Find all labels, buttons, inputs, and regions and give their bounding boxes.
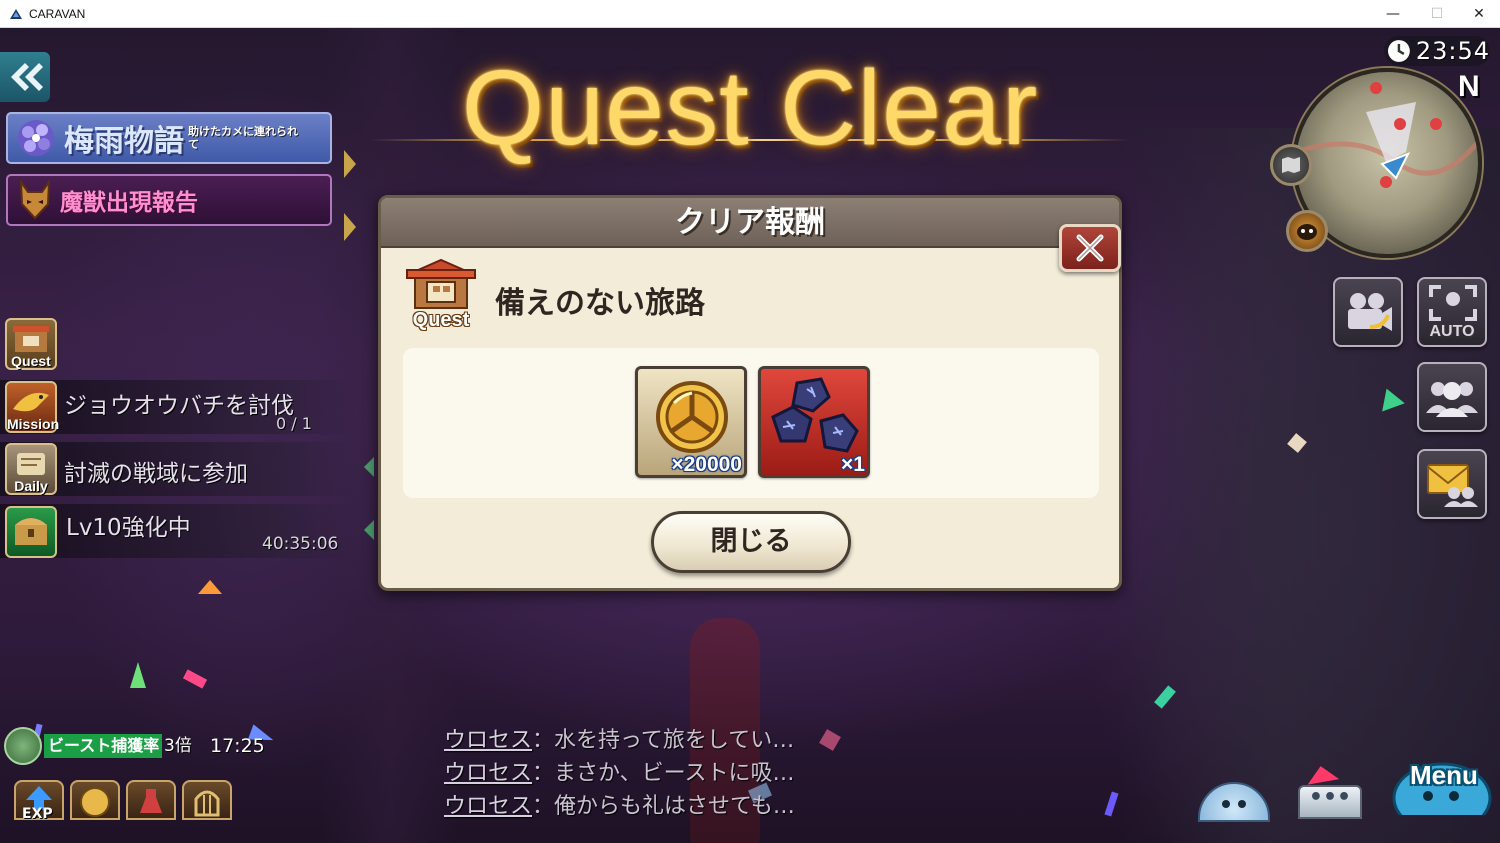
menu-button[interactable]: Menu <box>1380 740 1500 834</box>
chat-message: ：まさか、ビーストに吸… <box>532 761 795 786</box>
exp-boost-icon[interactable]: EXP <box>14 780 64 822</box>
gold-coin-icon <box>656 381 728 453</box>
minimize-button[interactable]: — <box>1370 0 1416 28</box>
quest-row-mission[interactable]: Mission ジョウオウバチを討伐 0 / 1 <box>0 380 355 434</box>
window-title: CARAVAN <box>29 6 86 21</box>
bird-icon <box>13 392 49 412</box>
chevron-left-icon[interactable] <box>364 457 374 477</box>
chat-message: ：俺からも礼はさせても… <box>532 794 795 819</box>
clock-icon <box>1387 40 1410 62</box>
mail-friends-icon <box>1427 464 1478 507</box>
confetti-piece <box>198 580 222 594</box>
beast-report-banner[interactable]: 魔獣出現報告 <box>6 174 332 226</box>
chest-icon <box>15 518 47 545</box>
reward-dialog-title: クリア報酬 <box>675 205 825 240</box>
quest-name: 備えのない旅路 <box>495 286 705 321</box>
cage-icon <box>194 790 220 817</box>
close-window-button[interactable]: ✕ <box>1456 0 1500 28</box>
party-button[interactable] <box>1417 362 1487 432</box>
quest-badge-label: Quest <box>412 309 470 331</box>
chat-speaker[interactable]: ウロセス <box>444 761 532 786</box>
potion-icon <box>140 789 162 813</box>
scroll-icon <box>17 453 45 475</box>
chat-line: ウロセス：まさか、ビーストに吸… <box>444 755 794 787</box>
ore-stones-icon <box>771 377 859 453</box>
party-icon <box>1426 382 1478 417</box>
emote-button[interactable] <box>1198 782 1270 822</box>
quest-row-text: ジョウオウバチを討伐 <box>64 393 294 419</box>
beast-capture-multiplier: 3倍 <box>164 736 192 756</box>
chevron-left-icon[interactable] <box>364 520 374 540</box>
quest-row-daily[interactable]: Daily 討滅の戦域に参加 <box>0 442 355 496</box>
quest-badge: Quest <box>403 258 479 332</box>
chat-button[interactable]: ••• <box>1298 785 1362 819</box>
exp-boost-label: EXP <box>22 806 53 822</box>
camera-button[interactable] <box>1333 277 1403 347</box>
smile-face-icon <box>1222 800 1246 808</box>
auto-button[interactable]: AUTO <box>1417 277 1487 347</box>
menu-label: Menu <box>1410 760 1478 790</box>
beast-report-title: 魔獣出現報告 <box>60 190 198 216</box>
clock-time: 23:54 <box>1415 37 1490 65</box>
reward-item-ore[interactable]: ×1 <box>758 366 870 478</box>
quest-row-text: 討滅の戦域に参加 <box>64 461 248 487</box>
beast-capture-label: ビースト捕獲率 <box>44 734 162 758</box>
chat-speaker[interactable]: ウロセス <box>444 794 532 819</box>
close-icon <box>1076 234 1104 262</box>
maximize-button[interactable]: ☐ <box>1414 0 1460 28</box>
quest-shop-icon <box>406 258 476 309</box>
map-toggle-button[interactable] <box>1270 144 1312 186</box>
shop-icon <box>13 326 49 352</box>
reward-quantity: ×20000 <box>671 453 742 476</box>
confetti-piece <box>182 669 208 689</box>
mission-icon: Mission <box>5 381 60 433</box>
confetti-piece <box>1104 791 1119 817</box>
beast-mask-icon <box>19 180 51 220</box>
beast-capture-bar[interactable]: ビースト捕獲率 3倍 17:25 <box>2 725 272 767</box>
reward-dialog-header: クリア報酬 <box>381 198 1119 248</box>
beast-capture-timer: 17:25 <box>210 735 265 757</box>
reward-item-gold[interactable]: ×20000 <box>635 366 747 478</box>
reward-list: ×20000 ×1 <box>403 348 1099 498</box>
chat-speaker[interactable]: ウロセス <box>444 728 532 753</box>
quest-row-upgrade[interactable]: Lv10強化中 40:35:06 <box>0 504 355 558</box>
drop-boost-icon[interactable] <box>126 780 176 820</box>
auto-target-icon <box>1429 285 1477 321</box>
coin-icon <box>80 787 110 817</box>
mail-button[interactable] <box>1417 449 1487 519</box>
confetti-piece <box>819 729 841 751</box>
upgrade-timer: 40:35:06 <box>262 534 339 554</box>
compass-north: N <box>1458 70 1480 103</box>
map-icon <box>1282 157 1300 173</box>
close-dialog-button[interactable]: 閉じる <box>651 511 851 573</box>
quest-tab[interactable]: Quest <box>5 318 57 370</box>
app-icon <box>10 8 22 19</box>
quest-progress: 0 / 1 <box>276 414 312 433</box>
reward-dialog: クリア報酬 Quest 備えのない旅路 ×20000 ×1 閉じる <box>378 195 1122 591</box>
quest-row-text: Lv10強化中 <box>66 515 191 541</box>
chat-line: ウロセス：水を持って旅をしてい… <box>444 722 794 754</box>
pet-button[interactable] <box>1286 210 1328 252</box>
chat-line: ウロセス：俺からも礼はさせても… <box>444 788 795 820</box>
gold-boost-icon[interactable] <box>70 780 120 820</box>
auto-label: AUTO <box>1429 323 1475 340</box>
window-titlebar: CARAVAN — ☐ ✕ <box>0 0 1500 28</box>
confetti-piece <box>130 662 146 688</box>
treasure-chest-icon <box>5 506 57 558</box>
chevron-right-icon[interactable] <box>344 213 356 241</box>
quest-tab-label: Quest <box>11 353 51 369</box>
mission-label: Mission <box>7 416 60 432</box>
daily-label: Daily <box>14 478 48 494</box>
game-clock: 23:54 <box>1384 36 1490 66</box>
chat-message: ：水を持って旅をしてい… <box>532 728 795 753</box>
pet-face-icon <box>1297 224 1317 240</box>
video-camera-icon <box>1348 293 1392 331</box>
reward-quantity: ×1 <box>841 453 865 476</box>
bag-boost-icon[interactable] <box>182 780 232 820</box>
daily-icon: Daily <box>5 443 57 495</box>
beast-capture-icon <box>4 727 42 765</box>
dialog-x-close-button[interactable] <box>1059 224 1121 272</box>
